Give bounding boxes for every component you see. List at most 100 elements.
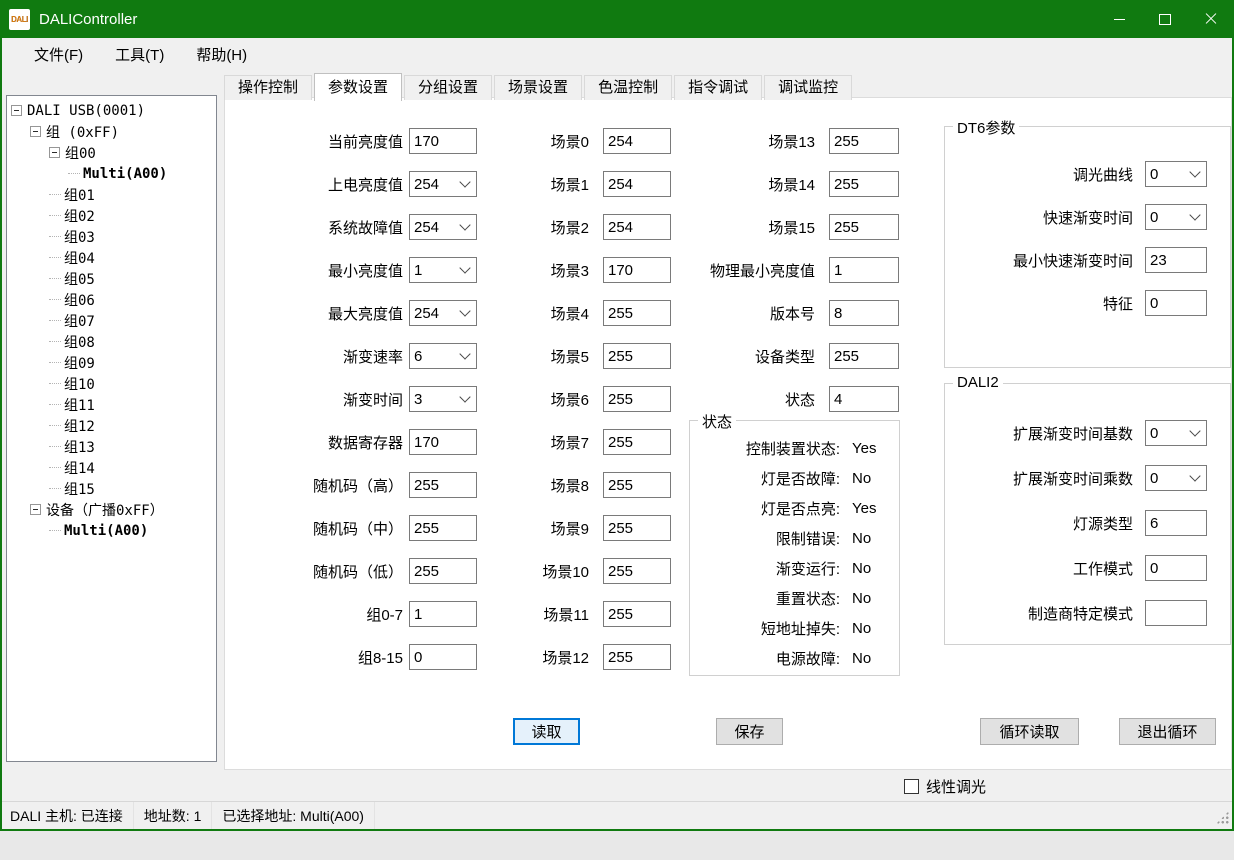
field-row: 快速渐变时间 0 [945, 204, 1230, 230]
linear-dimming-checkbox[interactable] [904, 779, 919, 794]
tree-item[interactable]: DALI USB(0001) [7, 100, 216, 121]
tree-item[interactable]: 组07 [7, 310, 216, 331]
fade-time-combo[interactable]: 3 [409, 386, 477, 412]
tree-item-label: 组05 [64, 269, 95, 289]
group-0-7-input[interactable] [409, 601, 477, 627]
tab-scene-settings[interactable]: 场景设置 [494, 75, 582, 100]
fast-fade-time-combo[interactable]: 0 [1145, 204, 1207, 230]
scene10-input[interactable] [603, 558, 671, 584]
tree-item-label: 组13 [64, 437, 95, 457]
field-label: 最小亮度值 [247, 260, 403, 281]
scene11-input[interactable] [603, 601, 671, 627]
scene15-input[interactable] [829, 214, 899, 240]
tab-debug-monitor[interactable]: 调试监控 [764, 75, 852, 100]
collapse-minus-icon[interactable] [49, 147, 60, 158]
scene5-input[interactable] [603, 343, 671, 369]
tab-parameter-settings[interactable]: 参数设置 [314, 73, 402, 101]
minimize-button[interactable] [1096, 0, 1142, 38]
scene1-input[interactable] [603, 171, 671, 197]
status-label: 重置状态: [690, 588, 840, 609]
min-level-combo[interactable]: 1 [409, 257, 477, 283]
light-source-type-input[interactable] [1145, 510, 1207, 536]
tree-item[interactable]: 组06 [7, 289, 216, 310]
scene12-input[interactable] [603, 644, 671, 670]
dt6-group-title: DT6参数 [953, 117, 1019, 138]
tree-item-label: DALI USB(0001) [27, 103, 145, 119]
menu-tools[interactable]: 工具(T) [101, 39, 178, 70]
scene7-input[interactable] [603, 429, 671, 455]
fade-rate-combo[interactable]: 6 [409, 343, 477, 369]
tree-item[interactable]: Multi(A00) [7, 520, 216, 541]
tree-item-label: 组11 [64, 395, 95, 415]
tab-operation-control[interactable]: 操作控制 [224, 75, 312, 100]
tree-item[interactable]: 组09 [7, 352, 216, 373]
field-label: 场景0 [517, 131, 589, 152]
device-type-input[interactable] [829, 343, 899, 369]
status-value-input[interactable] [829, 386, 899, 412]
ext-fade-time-multiplier-combo[interactable]: 0 [1145, 465, 1207, 491]
collapse-minus-icon[interactable] [30, 504, 41, 515]
scene9-input[interactable] [603, 515, 671, 541]
manufacturer-mode-input[interactable] [1145, 600, 1207, 626]
group-8-15-input[interactable] [409, 644, 477, 670]
current-level-input[interactable] [409, 128, 477, 154]
scene14-input[interactable] [829, 171, 899, 197]
power-on-level-combo[interactable]: 254 [409, 171, 477, 197]
resize-grip-icon[interactable] [1216, 811, 1229, 824]
menu-file[interactable]: 文件(F) [20, 39, 97, 70]
tree-item[interactable]: 组02 [7, 205, 216, 226]
random-code-high-input[interactable] [409, 472, 477, 498]
system-failure-level-combo[interactable]: 254 [409, 214, 477, 240]
tree-item[interactable]: 组11 [7, 394, 216, 415]
operating-mode-input[interactable] [1145, 555, 1207, 581]
tree-item[interactable]: 组 (0xFF) [7, 121, 216, 142]
status-value: No [852, 560, 871, 577]
collapse-minus-icon[interactable] [30, 126, 41, 137]
tab-grouping-settings[interactable]: 分组设置 [404, 75, 492, 100]
tab-command-debug[interactable]: 指令调试 [674, 75, 762, 100]
loop-read-button[interactable]: 循环读取 [980, 718, 1079, 745]
close-button[interactable] [1188, 0, 1234, 38]
tree-item[interactable]: 组10 [7, 373, 216, 394]
data-register-input[interactable] [409, 429, 477, 455]
random-code-mid-input[interactable] [409, 515, 477, 541]
device-tree[interactable]: DALI USB(0001)组 (0xFF)组00Multi(A00)组01组0… [6, 95, 217, 762]
version-input[interactable] [829, 300, 899, 326]
tree-item[interactable]: 组13 [7, 436, 216, 457]
tree-item[interactable]: Multi(A00) [7, 163, 216, 184]
min-fast-fade-time-input[interactable] [1145, 247, 1207, 273]
maximize-button[interactable] [1142, 0, 1188, 38]
features-input[interactable] [1145, 290, 1207, 316]
scene6-input[interactable] [603, 386, 671, 412]
tree-item[interactable]: 组15 [7, 478, 216, 499]
tree-item[interactable]: 组08 [7, 331, 216, 352]
collapse-minus-icon[interactable] [11, 105, 22, 116]
max-level-combo[interactable]: 254 [409, 300, 477, 326]
tree-item-label: Multi(A00) [64, 523, 148, 539]
tab-color-temp-control[interactable]: 色温控制 [584, 75, 672, 100]
ext-fade-time-base-combo[interactable]: 0 [1145, 420, 1207, 446]
tree-item[interactable]: 组04 [7, 247, 216, 268]
field-label: 场景13 [687, 131, 815, 152]
field-row: 扩展渐变时间基数 0 [945, 420, 1230, 446]
tree-item[interactable]: 组14 [7, 457, 216, 478]
scene4-input[interactable] [603, 300, 671, 326]
tree-item[interactable]: 组05 [7, 268, 216, 289]
tree-item[interactable]: 组01 [7, 184, 216, 205]
read-button[interactable]: 读取 [513, 718, 580, 745]
tree-item[interactable]: 组12 [7, 415, 216, 436]
tree-item[interactable]: 设备（广播0xFF） [7, 499, 216, 520]
scene3-input[interactable] [603, 257, 671, 283]
physical-min-level-input[interactable] [829, 257, 899, 283]
tree-item[interactable]: 组03 [7, 226, 216, 247]
dimming-curve-combo[interactable]: 0 [1145, 161, 1207, 187]
exit-loop-button[interactable]: 退出循环 [1119, 718, 1216, 745]
random-code-low-input[interactable] [409, 558, 477, 584]
tree-item[interactable]: 组00 [7, 142, 216, 163]
scene2-input[interactable] [603, 214, 671, 240]
scene13-input[interactable] [829, 128, 899, 154]
save-button[interactable]: 保存 [716, 718, 783, 745]
scene0-input[interactable] [603, 128, 671, 154]
scene8-input[interactable] [603, 472, 671, 498]
menu-help[interactable]: 帮助(H) [182, 39, 261, 70]
